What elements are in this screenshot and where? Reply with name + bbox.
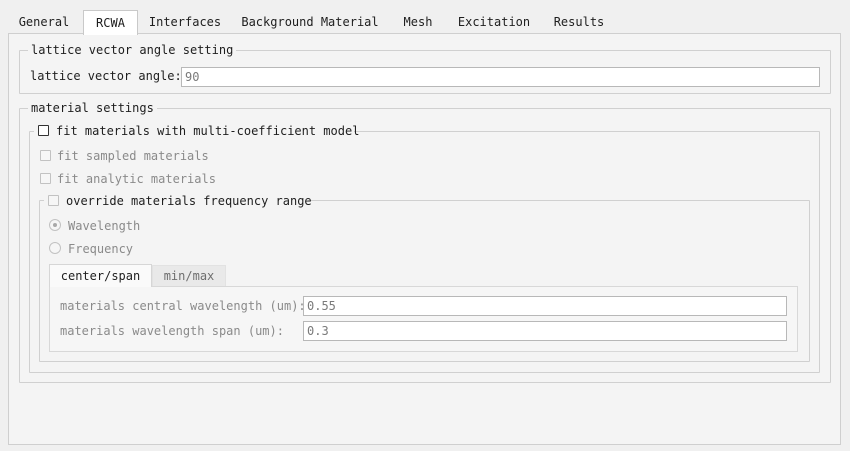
- subtab-min-max[interactable]: min/max: [152, 265, 226, 286]
- tab-mesh[interactable]: Mesh: [394, 12, 442, 34]
- material-group-title: material settings: [28, 101, 157, 115]
- wavelength-span-label: materials wavelength span (um):: [60, 324, 284, 338]
- fit-analytic-label: fit analytic materials: [57, 172, 216, 186]
- override-frequency-range-checkbox[interactable]: [48, 195, 59, 206]
- wavelength-radio-label: Wavelength: [68, 219, 141, 233]
- lattice-group-title: lattice vector angle setting: [28, 43, 237, 57]
- tab-excitation[interactable]: Excitation: [451, 12, 537, 34]
- fit-sampled-checkbox[interactable]: [40, 150, 51, 161]
- frequency-radio[interactable]: [49, 242, 61, 254]
- override-frequency-range-label: override materials frequency range: [66, 194, 312, 208]
- tab-rcwa[interactable]: RCWA: [83, 10, 138, 35]
- central-wavelength-input[interactable]: 0.55: [303, 296, 787, 316]
- central-wavelength-label: materials central wavelength (um):: [60, 299, 306, 313]
- fit-sampled-label: fit sampled materials: [57, 149, 209, 163]
- wavelength-radio[interactable]: [49, 219, 61, 231]
- lattice-vector-angle-input[interactable]: 90: [181, 67, 820, 87]
- tab-results[interactable]: Results: [546, 12, 612, 34]
- tab-general[interactable]: General: [8, 12, 80, 34]
- fit-analytic-checkbox[interactable]: [40, 173, 51, 184]
- tab-background-material[interactable]: Background Material: [236, 12, 384, 34]
- tab-interfaces[interactable]: Interfaces: [142, 12, 228, 34]
- lattice-vector-angle-label: lattice vector angle:: [30, 69, 182, 83]
- frequency-radio-label: Frequency: [68, 242, 134, 256]
- wavelength-span-input[interactable]: 0.3: [303, 321, 787, 341]
- fit-multi-coefficient-label: fit materials with multi-coefficient mod…: [56, 124, 360, 138]
- subtab-center-span[interactable]: center/span: [49, 264, 152, 287]
- fit-multi-coefficient-checkbox[interactable]: [38, 125, 49, 136]
